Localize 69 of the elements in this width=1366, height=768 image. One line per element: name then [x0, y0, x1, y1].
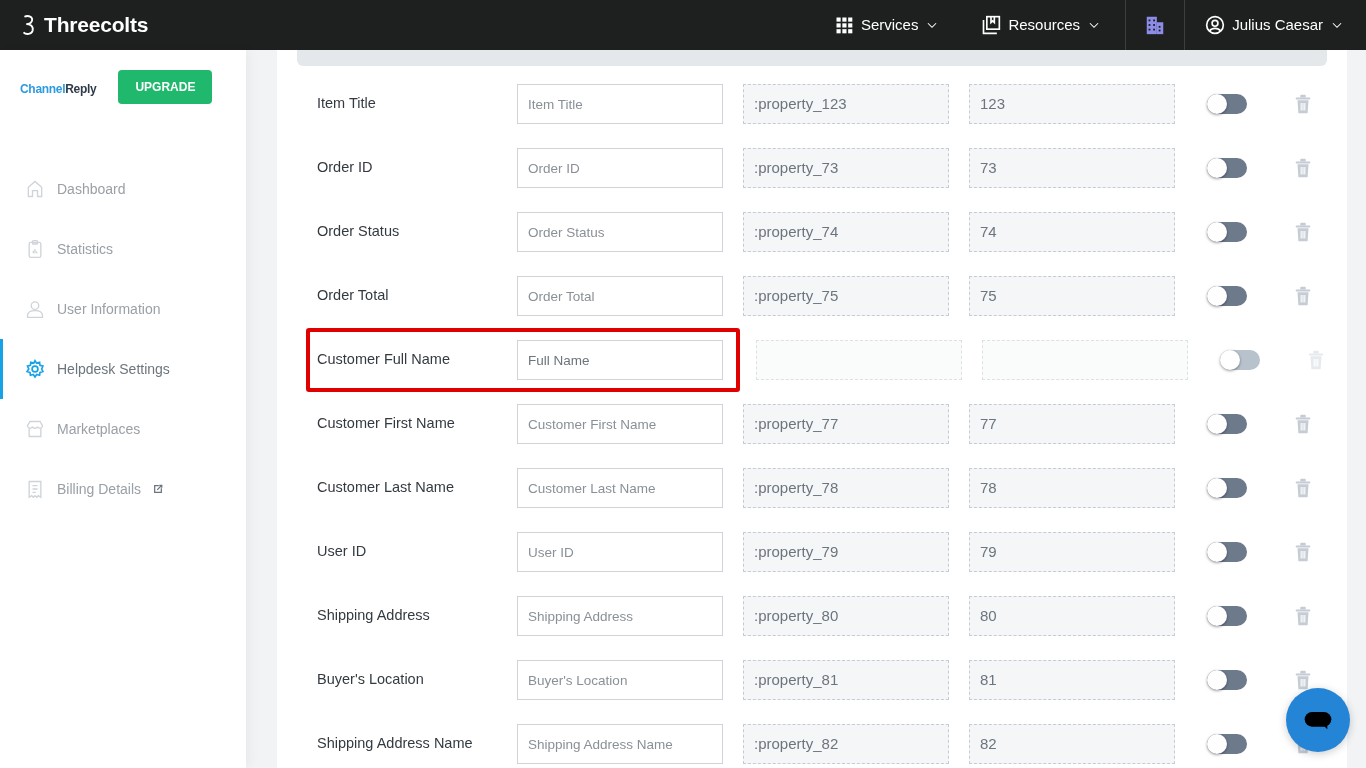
toggle-switch[interactable]: [1207, 478, 1247, 498]
name-input[interactable]: Customer First Name: [517, 404, 723, 444]
name-input[interactable]: Shipping Address Name: [517, 724, 723, 764]
brand-name[interactable]: Threecolts: [44, 9, 149, 41]
toggle-switch[interactable]: [1207, 670, 1247, 690]
user-menu[interactable]: Julius Caesar: [1205, 13, 1344, 37]
store-icon: [25, 419, 45, 439]
property-field: :property_78: [743, 468, 949, 508]
property-field: :property_77: [743, 404, 949, 444]
channelreply-logo[interactable]: ChannelReply: [20, 70, 97, 98]
toggle-switch[interactable]: [1207, 222, 1247, 242]
gear-icon: [25, 359, 45, 379]
field-label: Customer Full Name: [317, 350, 451, 370]
field-label: Order Total: [317, 286, 390, 306]
sidebar-item[interactable]: User Information: [0, 279, 246, 339]
property-field: :property_79: [743, 532, 949, 572]
field-label: Customer First Name: [317, 414, 456, 434]
property-field: :property_123: [743, 84, 949, 124]
name-input[interactable]: Order Total: [517, 276, 723, 316]
home-icon: [25, 179, 45, 199]
property-field: :property_81: [743, 660, 949, 700]
toggle-switch[interactable]: [1207, 414, 1247, 434]
property-field: :property_73: [743, 148, 949, 188]
field-label: Order ID: [317, 158, 374, 178]
sidebar-item[interactable]: Statistics: [0, 219, 246, 279]
id-field: 73: [969, 148, 1175, 188]
sidebar-item[interactable]: Marketplaces: [0, 399, 246, 459]
name-input[interactable]: Customer Last Name: [517, 468, 723, 508]
toggle-switch[interactable]: [1207, 542, 1247, 562]
field-label: Customer Last Name: [317, 478, 455, 498]
id-field: 77: [969, 404, 1175, 444]
name-input[interactable]: Shipping Address: [517, 596, 723, 636]
field-label: User ID: [317, 542, 368, 562]
id-field: 123: [969, 84, 1175, 124]
nav-menu[interactable]: Services: [833, 13, 940, 37]
upgrade-button[interactable]: UPGRADE: [118, 70, 213, 104]
id-field: 82: [969, 724, 1175, 764]
property-field: :property_74: [743, 212, 949, 252]
toggle-switch[interactable]: [1207, 94, 1247, 114]
id-field: 79: [969, 532, 1175, 572]
name-input[interactable]: Order ID: [517, 148, 723, 188]
sidebar-item[interactable]: Billing Details: [0, 459, 246, 519]
property-field: :property_75: [743, 276, 949, 316]
field-label: Shipping Address: [317, 606, 431, 626]
field-label: Buyer's Location: [317, 670, 425, 690]
sidebar-item[interactable]: Dashboard: [0, 159, 246, 219]
sidebar-item[interactable]: Helpdesk Settings: [0, 339, 246, 399]
id-field: 75: [969, 276, 1175, 316]
property-field: :property_80: [743, 596, 949, 636]
field-label: Shipping Address Name: [317, 734, 474, 754]
id-field: 80: [969, 596, 1175, 636]
name-input[interactable]: Buyer's Location: [517, 660, 723, 700]
nav-menu[interactable]: Resources: [981, 13, 1102, 37]
property-field: :property_82: [743, 724, 949, 764]
user-avatar-icon: [1205, 15, 1226, 35]
book-icon: [981, 15, 1002, 35]
toggle-switch[interactable]: [1207, 606, 1247, 626]
id-field: 81: [969, 660, 1175, 700]
field-label: Order Status: [317, 222, 401, 242]
user-icon: [25, 299, 45, 319]
toggle-switch[interactable]: [1207, 286, 1247, 306]
field-label: Item Title: [317, 94, 377, 114]
name-input[interactable]: User ID: [517, 532, 723, 572]
name-input[interactable]: Item Title: [517, 84, 723, 124]
name-input[interactable]: Order Status: [517, 212, 723, 252]
toggle-switch[interactable]: [1207, 734, 1247, 754]
toggle-switch[interactable]: [1207, 158, 1247, 178]
id-field: 78: [969, 468, 1175, 508]
id-field: 74: [969, 212, 1175, 252]
